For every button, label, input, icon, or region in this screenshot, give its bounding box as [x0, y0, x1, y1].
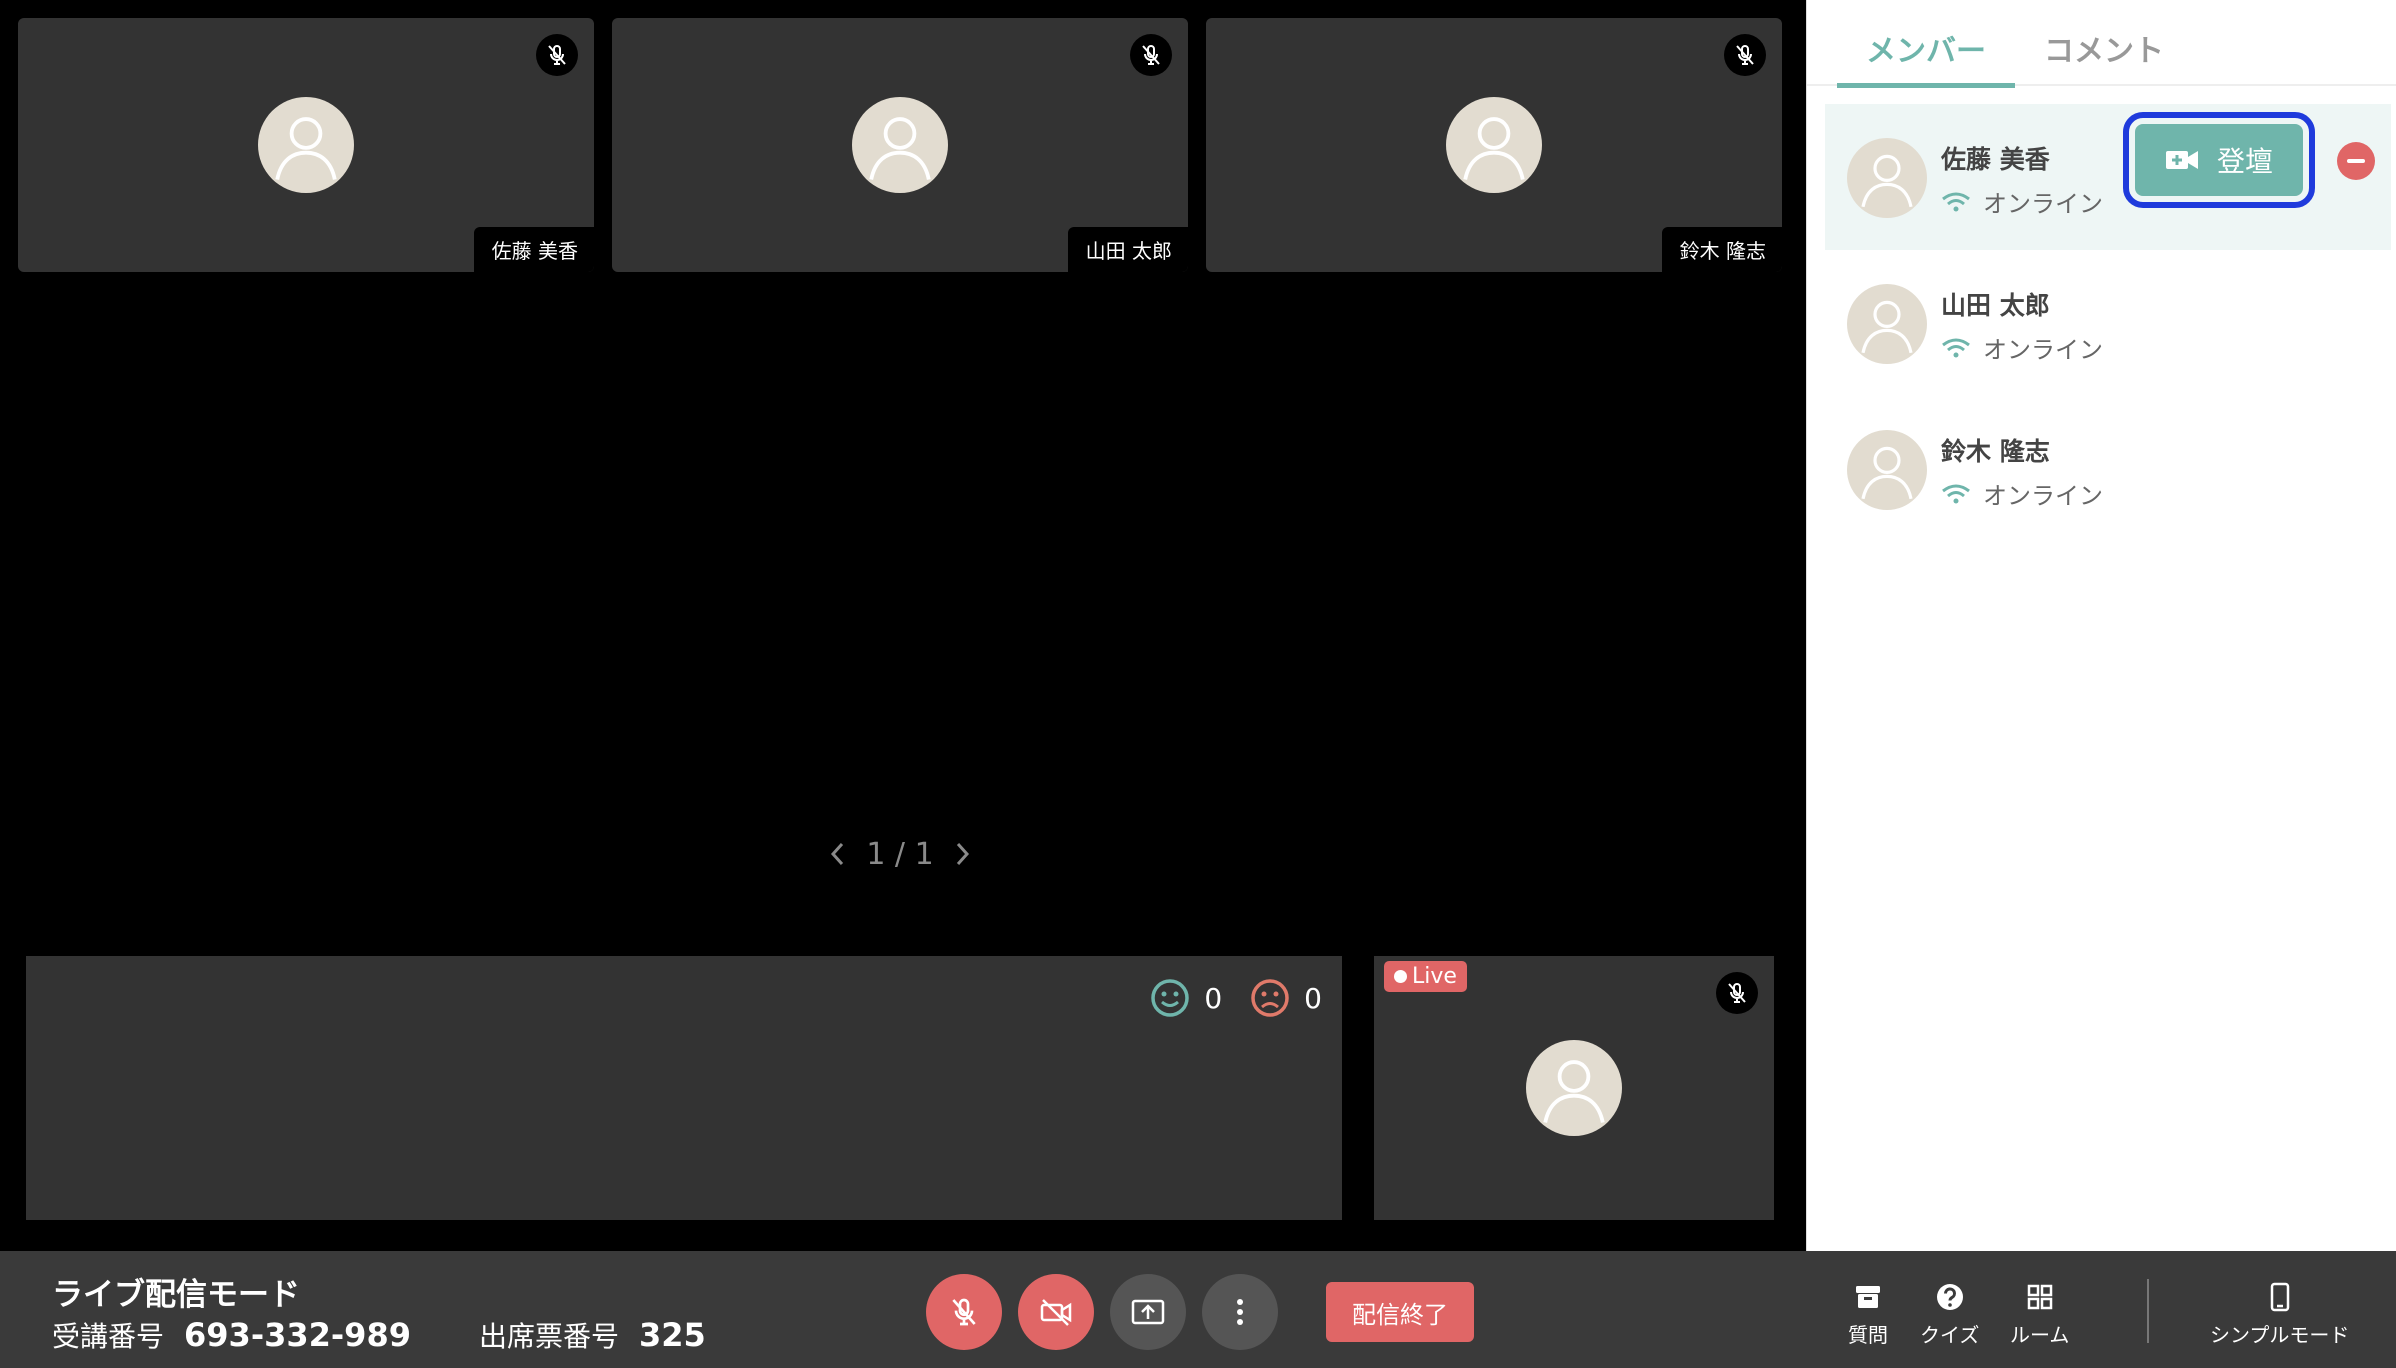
session-number-label: 受講番号 — [52, 1320, 165, 1353]
camera-toggle-button[interactable] — [1018, 1274, 1094, 1350]
screen-share-button[interactable] — [1110, 1274, 1186, 1350]
avatar — [852, 97, 948, 193]
quiz-label: クイズ — [1920, 1323, 1980, 1347]
member-status: オンライン — [1941, 184, 2103, 219]
mic-off-icon — [1724, 34, 1766, 76]
participant-name: 山田 太郎 — [1067, 227, 1188, 272]
tab-comments[interactable]: コメント — [2015, 0, 2193, 86]
room-button[interactable]: ルーム — [2010, 1281, 2069, 1348]
participant-name: 佐藤 美香 — [473, 227, 594, 272]
video-add-icon — [2165, 151, 2198, 169]
frown-icon — [1251, 979, 1289, 1017]
chevron-right-icon[interactable] — [944, 836, 980, 872]
toolbar-divider — [2147, 1279, 2149, 1343]
question-button[interactable]: 質問 — [1848, 1281, 1888, 1348]
avatar — [1847, 430, 1927, 510]
member-sidebar: メンバー コメント 佐藤 美香 オンライン 登壇 山田 太郎 オンライン 鈴木 … — [1806, 0, 2396, 1251]
stage-up-button[interactable]: 登壇 — [2123, 112, 2315, 208]
stage-up-label: 登壇 — [2216, 145, 2273, 178]
camera-off-icon — [1040, 1299, 1072, 1326]
mic-off-icon — [536, 34, 578, 76]
member-item[interactable]: 鈴木 隆志 オンライン — [1825, 396, 2391, 542]
member-status: オンライン — [1941, 330, 2103, 365]
wifi-icon — [1942, 192, 1970, 211]
wifi-icon — [1942, 338, 1970, 357]
member-status: オンライン — [1941, 476, 2103, 511]
avatar — [1847, 284, 1927, 364]
member-status-text: オンライン — [1983, 336, 2103, 364]
avatar — [1526, 1040, 1622, 1136]
simple-mode-label: シンプルモード — [2210, 1323, 2350, 1347]
member-name: 山田 太郎 — [1941, 291, 2050, 320]
avatar — [258, 97, 354, 193]
minus-icon — [2347, 159, 2365, 163]
control-bar: ライブ配信モード 受講番号 693-332-989 出席票番号 325 配信終了 — [0, 1251, 2396, 1368]
participant-tile[interactable]: 山田 太郎 — [612, 18, 1188, 272]
quiz-button[interactable]: クイズ — [1920, 1281, 1979, 1348]
simple-mode-button[interactable]: シンプルモード — [2210, 1281, 2349, 1348]
tab-members[interactable]: メンバー — [1837, 0, 2015, 88]
video-stage: 佐藤 美香 山田 太郎 鈴木 隆志 1 / 1 0 0 Live — [0, 0, 1806, 1251]
reaction-counts: 0 0 — [1150, 978, 1322, 1018]
question-label: 質問 — [1848, 1323, 1888, 1347]
more-vertical-icon — [1237, 1299, 1243, 1325]
page-indicator: 1 / 1 — [866, 836, 934, 872]
member-status-text: オンライン — [1983, 190, 2103, 218]
screen-share-icon — [1131, 1299, 1165, 1325]
inbox-icon — [1856, 1286, 1880, 1308]
mic-toggle-button[interactable] — [926, 1274, 1002, 1350]
mic-off-icon — [948, 1296, 980, 1328]
mic-off-icon — [1130, 34, 1172, 76]
chevron-left-icon[interactable] — [820, 836, 856, 872]
frown-count: 0 — [1304, 981, 1322, 1015]
participant-tile[interactable]: 佐藤 美香 — [18, 18, 594, 272]
smile-count: 0 — [1204, 981, 1223, 1015]
pagination: 1 / 1 — [820, 832, 980, 876]
live-badge: Live — [1384, 961, 1467, 992]
more-options-button[interactable] — [1202, 1274, 1278, 1350]
member-item[interactable]: 佐藤 美香 オンライン 登壇 — [1825, 104, 2391, 250]
member-name: 佐藤 美香 — [1941, 145, 2050, 174]
attendance-number: 325 — [638, 1316, 706, 1354]
help-icon — [1936, 1284, 1963, 1310]
member-name: 鈴木 隆志 — [1941, 437, 2050, 466]
sidebar-tabs: メンバー コメント — [1807, 0, 2396, 88]
mode-title: ライブ配信モード — [52, 1277, 300, 1313]
avatar — [1847, 138, 1927, 218]
session-number: 693-332-989 — [184, 1316, 411, 1354]
participant-tile[interactable]: 鈴木 隆志 — [1206, 18, 1782, 272]
mic-off-icon — [1716, 972, 1758, 1014]
remove-member-button[interactable] — [2337, 142, 2375, 180]
avatar — [1446, 97, 1542, 193]
tablet-icon — [2270, 1282, 2289, 1312]
self-view-tile[interactable]: Live — [1374, 956, 1774, 1220]
member-status-text: オンライン — [1983, 482, 2103, 510]
attendance-number-label: 出席票番号 — [478, 1320, 619, 1353]
member-item[interactable]: 山田 太郎 オンライン — [1825, 250, 2391, 396]
end-broadcast-button[interactable]: 配信終了 — [1326, 1282, 1474, 1342]
grid-icon — [2027, 1284, 2052, 1310]
wifi-icon — [1942, 484, 1970, 503]
smile-icon — [1151, 979, 1190, 1017]
room-label: ルーム — [2010, 1323, 2070, 1347]
session-info: 受講番号 693-332-989 出席票番号 325 — [52, 1315, 774, 1355]
reaction-panel: 0 0 — [26, 956, 1342, 1220]
participant-name: 鈴木 隆志 — [1661, 227, 1782, 272]
